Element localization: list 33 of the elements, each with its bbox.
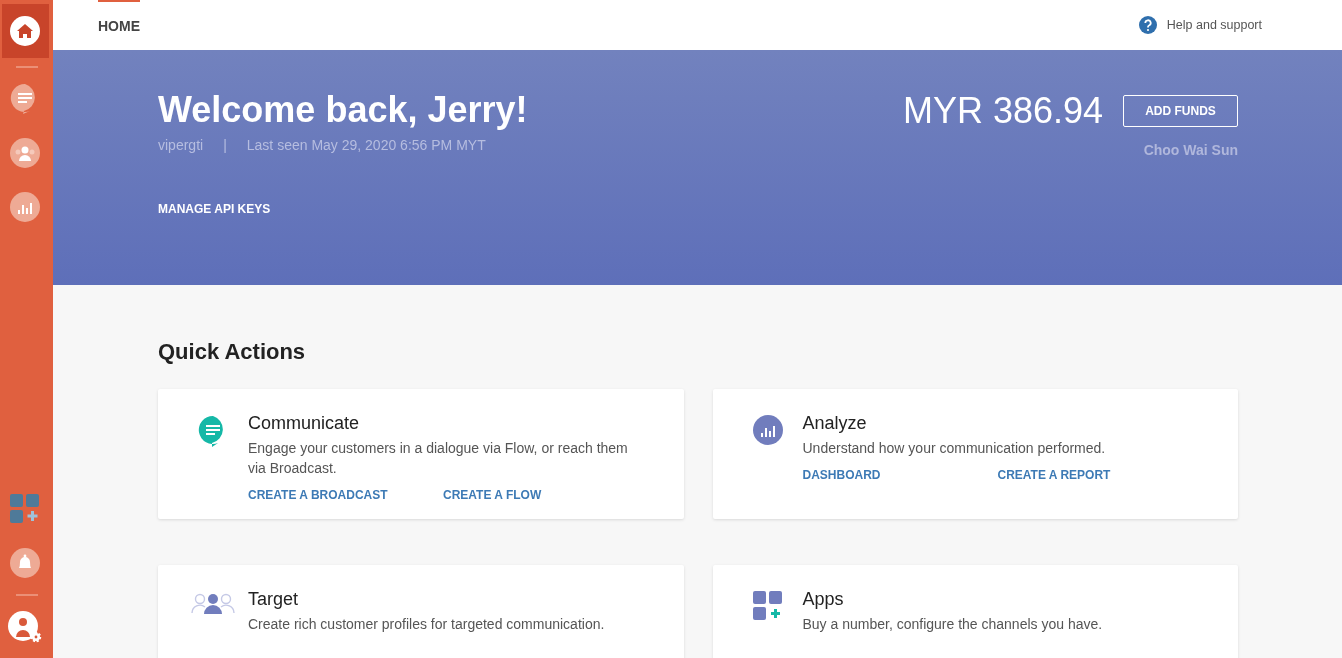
welcome-title: Welcome back, Jerry! [158,90,528,130]
action-link[interactable]: DASHBOARD [802,468,998,482]
last-seen-text: Last seen May 29, 2020 6:56 PM MYT [246,137,486,153]
people-icon [191,591,235,615]
action-link[interactable]: CREATE A REPORT [997,468,1193,482]
section-title: Quick Actions [158,339,307,365]
manage-api-keys-link[interactable]: MANAGE API KEYS [158,202,271,216]
balance-amount: MYR 386.94 [902,90,1103,132]
bell-icon [10,548,40,578]
card-description: Buy a number, configure the channels you have. [802,615,1104,634]
bar-chart-icon [752,415,783,445]
card-description: Engage your customers in a dialogue via Flow, or reach them via Broadcast. [248,439,629,478]
bar-chart-icon [10,192,40,222]
username: vipergti [158,137,204,153]
add-apps-icon [752,591,783,621]
separator: | [223,137,227,153]
action-link[interactable]: CREATE A FLOW [443,488,638,502]
account-name: Choo Wai Sun [1143,142,1238,158]
help-icon [1138,16,1157,34]
add-funds-button[interactable]: ADD FUNDS [1123,95,1238,127]
card-title: Apps [802,589,845,610]
home-icon [10,16,40,46]
action-link[interactable]: CREATE A BROADCAST [248,488,443,502]
card-title: Analyze [802,413,868,434]
card-title: Target [248,589,300,610]
card-description: Understand how your communication performed. [802,439,1107,458]
card-description: Create rich customer profiles for targeted communication. [248,615,606,634]
card-title: Communicate [248,413,361,434]
help-link[interactable]: Help and support [1138,0,1262,50]
user-settings-icon [8,611,42,643]
people-icon [10,138,40,168]
sidebar-item[interactable] [1,4,49,58]
add-apps-icon [10,494,40,524]
